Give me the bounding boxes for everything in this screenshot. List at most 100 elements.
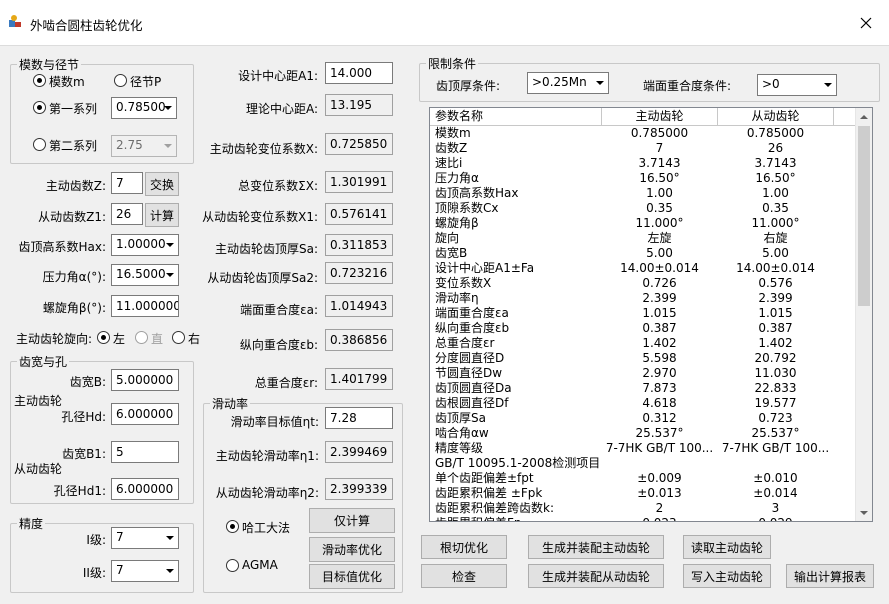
cell-param: 单个齿距偏差±fpt: [435, 471, 534, 485]
grade1-select[interactable]: 7: [111, 527, 179, 549]
table-row[interactable]: 齿顶厚Sa 0.312 0.723: [430, 411, 857, 426]
table-row[interactable]: 端面重合度εa 1.015 1.015: [430, 306, 857, 321]
table-row[interactable]: 齿距累积偏差Fp0.0230.029: [430, 516, 857, 521]
cell-driven: 25.537°: [751, 426, 800, 440]
table-row[interactable]: 模数m 0.785000 0.785000: [430, 126, 857, 141]
table-row[interactable]: 单个齿距偏差±fpt ±0.009 ±0.010: [430, 471, 857, 486]
hd-input[interactable]: 6.000000: [111, 403, 179, 425]
tip-condition-select[interactable]: >0.25Mn: [527, 72, 609, 94]
cell-driver: 7.873: [642, 381, 677, 395]
beta-input[interactable]: 11.000000: [111, 295, 179, 317]
cell-driver: 左旋: [647, 231, 672, 245]
generate-driver-button[interactable]: 生成并装配主动齿轮: [528, 535, 664, 559]
a1-input[interactable]: 14.000: [325, 62, 393, 84]
table-row[interactable]: 齿顶高系数Hax 1.00 1.00: [430, 186, 857, 201]
hd1-input[interactable]: 6.000000: [111, 478, 179, 500]
a1-label: 设计中心距A1:: [238, 69, 318, 83]
results-table[interactable]: 参数名称 主动齿轮 从动齿轮 模数m 0.785000 0.785000 齿数Z 7 26…: [429, 107, 873, 522]
z1-input[interactable]: 7: [111, 172, 143, 194]
table-row[interactable]: 齿顶圆直径Da 7.873 22.833: [430, 381, 857, 396]
cell-driven: 26: [767, 141, 784, 155]
b1-input[interactable]: 5: [111, 441, 179, 463]
b-input[interactable]: 5.000000: [111, 369, 179, 391]
module-radio[interactable]: [33, 74, 46, 87]
eb-value: 0.386856: [325, 329, 393, 351]
table-row[interactable]: 速比i 3.7143 3.7143: [430, 156, 857, 171]
cell-param: 设计中心距A1±Fa: [435, 261, 535, 275]
header-param[interactable]: 参数名称: [430, 108, 602, 126]
table-row[interactable]: 啮合角αw 25.537° 25.537°: [430, 426, 857, 441]
hax-select[interactable]: 1.00000: [111, 234, 179, 256]
overlap-condition-select[interactable]: >0: [757, 74, 837, 96]
grade1-label: I级:: [86, 533, 106, 547]
grade2-select[interactable]: 7: [111, 560, 179, 582]
table-row[interactable]: 齿宽B 5.00 5.00: [430, 246, 857, 261]
scroll-up-icon[interactable]: [856, 108, 872, 124]
slip-n1-label: 主动齿轮滑动率η1:: [215, 449, 319, 463]
series1-label: 第一系列: [49, 102, 98, 116]
z2-input[interactable]: 26: [111, 203, 143, 225]
grade2-value: 7: [116, 563, 124, 577]
table-row[interactable]: 节圆直径Dw 2.970 11.030: [430, 366, 857, 381]
precision-group-legend: 精度: [19, 517, 44, 531]
cell-param: 齿宽B: [435, 246, 468, 260]
cell-driver: 0.312: [642, 411, 677, 425]
table-row[interactable]: 顶隙系数Cx 0.35 0.35: [430, 201, 857, 216]
table-row[interactable]: 精度等级 7-7HK GB/T 100... 7-7HK GB/T 100...: [430, 441, 857, 456]
table-row[interactable]: 齿根圆直径Df 4.618 19.577: [430, 396, 857, 411]
cell-driven: 3: [771, 501, 780, 515]
cell-driven: [718, 456, 833, 471]
calc-only-button[interactable]: 仅计算: [309, 508, 395, 533]
table-row[interactable]: 变位系数X 0.726 0.576: [430, 276, 857, 291]
cell-driven: 0.785000: [746, 126, 805, 140]
table-row[interactable]: 齿距累积偏差 ±Fpk ±0.013 ±0.014: [430, 486, 857, 501]
table-row[interactable]: 滑动率η 2.399 2.399: [430, 291, 857, 306]
table-row[interactable]: 纵向重合度εb 0.387 0.387: [430, 321, 857, 336]
series2-radio[interactable]: [33, 138, 46, 151]
header-driver[interactable]: 主动齿轮: [602, 108, 718, 126]
read-driver-button[interactable]: 读取主动齿轮: [683, 535, 771, 559]
check-button[interactable]: 检查: [421, 564, 507, 588]
gear-app-icon: [9, 15, 21, 27]
generate-driven-button[interactable]: 生成并装配从动齿轮: [528, 564, 664, 588]
cell-param: 分度圆直径D: [435, 351, 505, 365]
table-row[interactable]: 螺旋角β 11.000° 11.000°: [430, 216, 857, 231]
hand-left-radio[interactable]: [97, 331, 110, 344]
alpha-label: 压力角α(°):: [42, 270, 106, 284]
table-row[interactable]: GB/T 10095.1-2008检测项目: [430, 456, 857, 471]
swap-button[interactable]: 交换: [145, 172, 179, 196]
root-cut-optimize-button[interactable]: 根切优化: [421, 535, 507, 559]
header-driven[interactable]: 从动齿轮: [718, 108, 834, 126]
method-hit-radio[interactable]: [226, 520, 239, 533]
method-agma-radio[interactable]: [226, 559, 239, 572]
table-row[interactable]: 齿数Z 7 26: [430, 141, 857, 156]
table-row[interactable]: 旋向 左旋 右旋: [430, 231, 857, 246]
target-optimize-button[interactable]: 目标值优化: [309, 564, 395, 589]
table-row[interactable]: 分度圆直径D 5.598 20.792: [430, 351, 857, 366]
table-row[interactable]: 压力角α 16.50° 16.50°: [430, 171, 857, 186]
pitch-radio[interactable]: [114, 74, 127, 87]
slip-optimize-button[interactable]: 滑动率优化: [309, 537, 395, 562]
table-row[interactable]: 齿距累积偏差跨齿数k: 2 3: [430, 501, 857, 516]
series1-radio[interactable]: [33, 101, 46, 114]
scroll-thumb[interactable]: [858, 126, 870, 306]
series1-select[interactable]: 0.78500: [111, 97, 177, 119]
alpha-select[interactable]: 16.5000: [111, 264, 179, 286]
module-group-legend: 模数与径节: [19, 58, 80, 72]
scroll-down-icon[interactable]: [856, 505, 872, 521]
ea-value: 1.014943: [325, 295, 393, 317]
write-driver-button[interactable]: 写入主动齿轮: [683, 564, 771, 588]
cell-driven: 0.723: [758, 411, 793, 425]
table-row[interactable]: 设计中心距A1±Fa 14.00±0.014 14.00±0.014: [430, 261, 857, 276]
table-scrollbar[interactable]: [855, 108, 872, 521]
calc-button[interactable]: 计算: [145, 203, 179, 227]
export-report-button[interactable]: 输出计算报表: [786, 564, 874, 588]
slip-target-input[interactable]: 7.28: [325, 407, 393, 429]
table-row[interactable]: 总重合度εr 1.402 1.402: [430, 336, 857, 351]
sx-value: 1.301991: [325, 171, 393, 193]
cell-driver: 11.000°: [635, 216, 684, 230]
sa2-label: 从动齿轮齿顶厚Sa2:: [207, 271, 318, 285]
hand-right-radio[interactable]: [172, 331, 185, 344]
sx-label: 总变位系数ΣX:: [238, 179, 318, 193]
close-button[interactable]: [843, 0, 889, 46]
